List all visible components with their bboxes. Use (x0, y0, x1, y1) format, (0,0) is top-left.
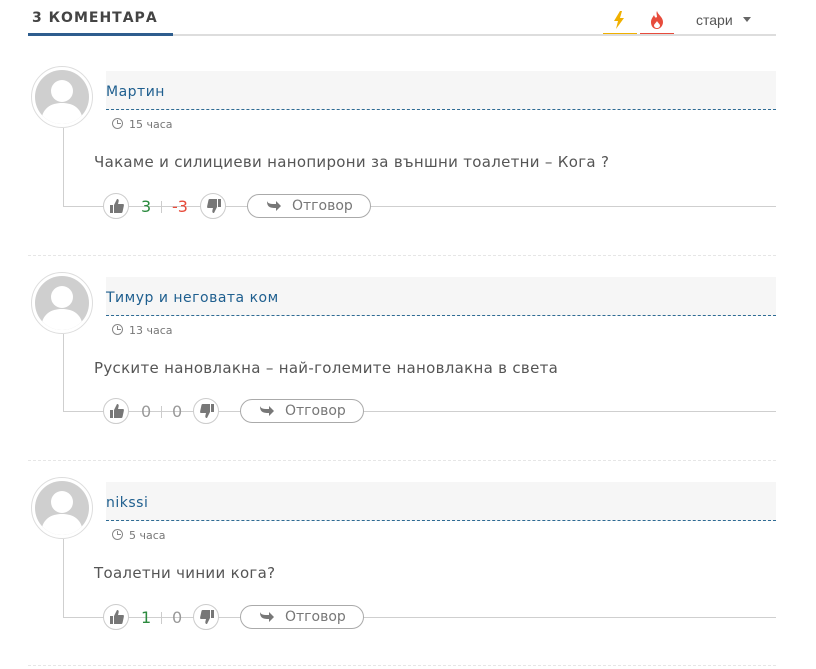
thread-line (63, 539, 64, 617)
sort-dropdown[interactable]: стари (674, 8, 776, 36)
comment-divider (28, 460, 776, 461)
bolt-icon (614, 11, 624, 29)
reply-arrow-icon (260, 406, 274, 416)
avatar[interactable] (31, 66, 93, 128)
upvote-button[interactable] (103, 604, 129, 630)
avatar[interactable] (31, 477, 93, 539)
comment-item: nikssi 5 часа Тоалетни чинии кога? 1 0 О… (28, 477, 776, 657)
reply-label: Отговор (285, 609, 346, 625)
upvote-button[interactable] (103, 193, 129, 219)
reply-button[interactable]: Отговор (240, 399, 364, 423)
upvote-button[interactable] (103, 398, 129, 424)
vote-separator (161, 201, 162, 213)
thumbs-down-icon (200, 404, 214, 418)
author-name[interactable]: Тимур и неговата ком (106, 290, 279, 306)
comments-header: 3 КОМЕНТАРА стари (28, 0, 776, 36)
dislikes-count: 0 (172, 402, 183, 421)
comment-time: 15 часа (112, 117, 173, 131)
comments-count-title: 3 КОМЕНТАРА (32, 10, 158, 26)
author-name[interactable]: nikssi (106, 495, 148, 511)
author-bar: Мартин (106, 71, 776, 110)
user-silhouette-icon (41, 80, 83, 124)
thread-line (63, 617, 776, 618)
trending-tab[interactable] (603, 8, 637, 36)
flame-icon (651, 11, 663, 29)
comment-text: Руските нановлакна – най-големите нановл… (94, 359, 559, 377)
thumbs-up-icon (110, 404, 124, 418)
author-bar: Тимур и неговата ком (106, 277, 776, 316)
thumbs-up-icon (110, 199, 124, 213)
reply-button[interactable]: Отговор (247, 194, 371, 218)
likes-count: 0 (141, 402, 152, 421)
vote-separator (161, 612, 162, 624)
sort-label: стари (696, 12, 733, 28)
clock-icon (112, 118, 123, 129)
header-accent-bar (28, 33, 173, 36)
dislikes-count: 0 (172, 608, 183, 627)
comment-text: Чакаме и силициеви нанопирони за външни … (94, 153, 610, 171)
thumbs-down-icon (200, 610, 214, 624)
reply-arrow-icon (260, 612, 274, 622)
reply-button[interactable]: Отговор (240, 605, 364, 629)
clock-icon (112, 324, 123, 335)
comment-item: Мартин 15 часа Чакаме и силициеви нанопи… (28, 66, 776, 246)
dislikes-count: -3 (172, 197, 188, 216)
thread-line (63, 128, 64, 206)
author-bar: nikssi (106, 482, 776, 521)
chevron-down-icon (743, 17, 751, 22)
comment-time: 13 часа (112, 323, 173, 337)
comment-divider (28, 255, 776, 256)
user-silhouette-icon (41, 491, 83, 535)
comment-text: Тоалетни чинии кога? (94, 564, 276, 582)
downvote-button[interactable] (193, 398, 219, 424)
thread-line (63, 334, 64, 412)
likes-count: 3 (141, 197, 152, 216)
vote-separator (161, 406, 162, 418)
comment-item: Тимур и неговата ком 13 часа Руските нан… (28, 272, 776, 452)
comment-divider (28, 665, 776, 666)
author-name[interactable]: Мартин (106, 84, 165, 100)
reply-label: Отговор (285, 403, 346, 419)
hottest-tab[interactable] (640, 8, 674, 36)
thread-line (63, 206, 776, 207)
likes-count: 1 (141, 608, 152, 627)
clock-icon (112, 529, 123, 540)
downvote-button[interactable] (193, 604, 219, 630)
reply-arrow-icon (267, 201, 281, 211)
comment-time: 5 часа (112, 528, 166, 542)
avatar[interactable] (31, 272, 93, 334)
thumbs-up-icon (110, 610, 124, 624)
thread-line (63, 411, 776, 412)
reply-label: Отговор (292, 198, 353, 214)
thumbs-down-icon (207, 199, 221, 213)
user-silhouette-icon (41, 286, 83, 330)
downvote-button[interactable] (200, 193, 226, 219)
